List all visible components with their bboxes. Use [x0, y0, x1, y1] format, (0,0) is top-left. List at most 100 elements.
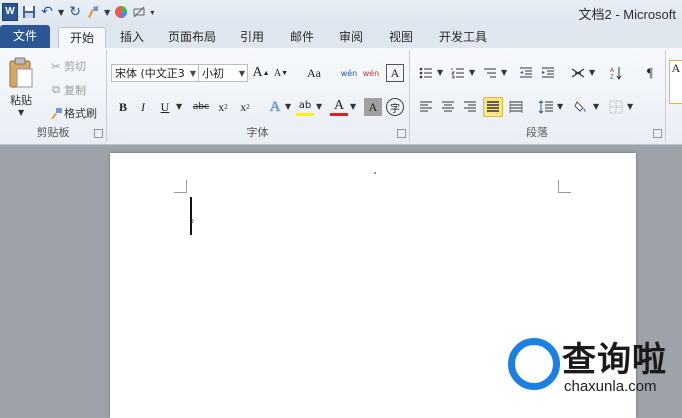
phonetic-guide-button[interactable]: wén [340, 64, 358, 82]
undo-icon[interactable]: ↶ [40, 4, 54, 20]
crop-mark-top-right [558, 180, 571, 193]
increase-indent-icon[interactable] [539, 64, 557, 82]
highlight-dropdown-icon[interactable]: ▼ [316, 102, 322, 111]
tab-view[interactable]: 视图 [381, 27, 421, 48]
tab-mailings[interactable]: 邮件 [282, 27, 322, 48]
copy-label: 复制 [64, 84, 86, 97]
tab-references[interactable]: 引用 [232, 27, 272, 48]
font-group-label: 字体 [246, 126, 269, 139]
font-color-button[interactable]: A [330, 98, 348, 116]
character-border-label: A [390, 65, 400, 80]
line-spacing-dropdown-icon[interactable]: ▼ [557, 102, 563, 111]
copy-icon: ⧉ [52, 83, 60, 96]
font-name-combo[interactable]: 宋体 (中文正3 ▼ [111, 64, 199, 82]
cut-button[interactable]: ✂ 剪切 [48, 58, 86, 74]
copy-button[interactable]: ⧉ 复制 [48, 82, 86, 98]
font-color-label: A [333, 97, 345, 113]
asian-layout-icon[interactable] [569, 64, 587, 82]
borders-dropdown-icon[interactable]: ▼ [627, 102, 633, 111]
grow-font-label: A [252, 65, 263, 80]
title-bar: W ↶ ▼ ↻ ▼ ▾ 文档2 - Microsoft [0, 0, 682, 24]
font-launcher-icon[interactable] [397, 129, 406, 138]
distributed-icon[interactable] [507, 98, 525, 116]
numbering-icon[interactable] [449, 64, 467, 82]
justify-icon[interactable] [483, 97, 503, 117]
paste-button[interactable]: 粘贴 [10, 92, 32, 108]
style-gallery-item[interactable]: A [669, 60, 682, 104]
align-center-icon[interactable] [439, 98, 457, 116]
clear-format-button[interactable]: wén [362, 64, 380, 82]
svg-text:Z: Z [610, 75, 614, 80]
color-wheel-icon[interactable] [114, 4, 128, 20]
superscript-mark: 2 [246, 103, 250, 111]
text-effects-dropdown-icon[interactable]: ▼ [285, 102, 291, 111]
subscript-button[interactable]: x2 [214, 98, 232, 116]
shading-dropdown-icon[interactable]: ▼ [593, 102, 599, 111]
borders-icon[interactable] [607, 98, 625, 116]
format-painter-button[interactable]: 格式刷 [48, 105, 97, 121]
qat-dropdown-icon[interactable]: ▼ [104, 8, 110, 17]
italic-button[interactable]: I [134, 98, 152, 116]
underline-button[interactable]: U [156, 98, 174, 116]
bold-button[interactable]: B [114, 98, 132, 116]
eraser-icon[interactable] [132, 4, 146, 20]
watermark-logo: 查询啦 chaxunla.com [508, 330, 678, 416]
italic-label: I [141, 99, 145, 114]
word-app-icon[interactable]: W [2, 3, 18, 21]
font-color-dropdown-icon[interactable]: ▼ [350, 102, 356, 111]
show-marks-icon[interactable]: ¶ [641, 64, 659, 82]
change-case-button[interactable]: Aa [302, 64, 326, 82]
align-left-icon[interactable] [417, 98, 435, 116]
mouse-ibeam-icon: ↄ [190, 217, 194, 225]
bullets-dropdown-icon[interactable]: ▼ [437, 68, 443, 77]
font-name-dropdown-icon[interactable]: ▼ [190, 65, 196, 81]
paragraph-group-label: 段落 [526, 126, 548, 139]
align-right-icon[interactable] [461, 98, 479, 116]
highlight-button[interactable]: ab [296, 98, 314, 116]
tab-file[interactable]: 文件 [0, 25, 50, 48]
clipboard-group-label: 剪贴板 [36, 126, 70, 139]
sort-icon[interactable]: AZ [607, 64, 625, 82]
underline-dropdown-icon[interactable]: ▼ [176, 102, 182, 111]
grow-font-button[interactable]: A ▲ [252, 64, 270, 82]
multilevel-dropdown-icon[interactable]: ▼ [501, 68, 507, 77]
subscript-mark: 2 [224, 103, 228, 111]
tab-developer[interactable]: 开发工具 [432, 27, 494, 48]
font-size-dropdown-icon[interactable]: ▼ [239, 65, 245, 81]
undo-dropdown-icon[interactable]: ▼ [58, 8, 64, 17]
text-effects-label: A [269, 98, 281, 115]
format-painter-qat-icon[interactable] [86, 4, 100, 20]
font-size-value: 小初 [202, 67, 224, 80]
character-shading-button[interactable]: A [364, 98, 382, 116]
tab-page-layout[interactable]: 页面布局 [163, 27, 221, 48]
paste-icon[interactable] [6, 56, 36, 90]
multilevel-list-icon[interactable] [481, 64, 499, 82]
numbering-dropdown-icon[interactable]: ▼ [469, 68, 475, 77]
strikethrough-button[interactable]: abc [190, 98, 212, 116]
asian-layout-dropdown-icon[interactable]: ▼ [589, 68, 595, 77]
text-effects-button[interactable]: A [266, 98, 284, 116]
cut-label: 剪切 [64, 60, 86, 73]
crop-mark-top-left [174, 180, 187, 193]
redo-icon[interactable]: ↻ [68, 4, 82, 20]
format-painter-label: 格式刷 [64, 107, 97, 120]
line-spacing-icon[interactable] [537, 98, 555, 116]
tab-home[interactable]: 开始 [58, 27, 106, 49]
decrease-indent-icon[interactable] [517, 64, 535, 82]
shrink-font-button[interactable]: A ▼ [272, 64, 290, 82]
shading-icon[interactable] [573, 98, 591, 116]
superscript-button[interactable]: x2 [236, 98, 254, 116]
clipboard-launcher-icon[interactable] [94, 129, 103, 138]
change-case-label: Aa [307, 65, 321, 80]
paragraph-launcher-icon[interactable] [653, 129, 662, 138]
save-icon[interactable] [22, 4, 36, 20]
customize-qat-icon[interactable]: ▾ [150, 8, 154, 17]
font-size-combo[interactable]: 小初 ▼ [198, 64, 248, 82]
top-center-mark [374, 172, 376, 174]
bullets-icon[interactable] [417, 64, 435, 82]
tab-review[interactable]: 审阅 [331, 27, 371, 48]
tab-insert[interactable]: 插入 [112, 27, 152, 48]
character-border-button[interactable]: A [386, 64, 404, 82]
paste-dropdown-icon[interactable]: ▼ [18, 108, 24, 117]
enclose-characters-button[interactable]: 字 [386, 98, 404, 116]
